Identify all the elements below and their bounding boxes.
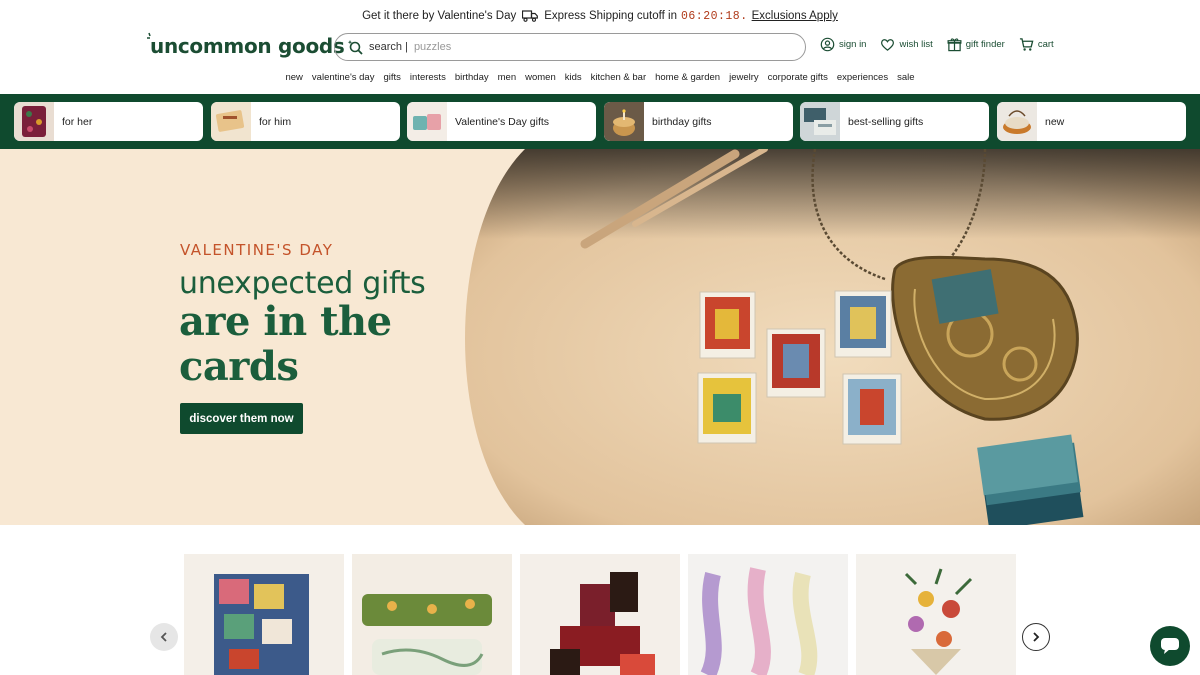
category-thumbnail [14, 102, 54, 141]
category-thumbnail [800, 102, 840, 141]
nav-item-jewelry[interactable]: jewelry [729, 72, 759, 83]
nav-item-new[interactable]: new [285, 72, 302, 83]
countdown-timer: 06:20:18. [680, 9, 748, 23]
carousel-prev-button[interactable] [150, 623, 178, 651]
search-icon [347, 40, 363, 55]
cart-link[interactable]: cart [1019, 37, 1054, 52]
category-label: for him [259, 115, 292, 128]
product-card[interactable] [856, 554, 1016, 675]
product-card[interactable] [184, 554, 344, 675]
category-label: new [1045, 115, 1065, 128]
nav-item-kitchen-bar[interactable]: kitchen & bar [591, 72, 646, 83]
announcement-bar: Get it there by Valentine's Day Express … [0, 0, 1200, 32]
nav-item-valentines-day[interactable]: valentine's day [312, 72, 375, 83]
hero-eyebrow: VALENTINE'S DAY [180, 241, 334, 259]
category-valentines-day-gifts[interactable]: Valentine's Day gifts [407, 102, 596, 141]
hero-banner: VALENTINE'S DAY unexpected gifts are in … [0, 149, 1200, 525]
chevron-left-icon [160, 632, 167, 642]
chat-button[interactable] [1150, 626, 1190, 666]
wish-list-label: wish list [899, 39, 933, 50]
wish-list-link[interactable]: wish list [880, 37, 933, 52]
sign-in-label: sign in [839, 39, 867, 50]
category-thumbnail [604, 102, 644, 141]
search-label: search | [369, 41, 408, 53]
hero-title: are in the cards [179, 298, 392, 390]
category-strip: for her for him Valentine's Day gifts bi… [0, 94, 1200, 149]
logo-spark-icon [147, 32, 151, 39]
sign-in-link[interactable]: sign in [820, 37, 866, 52]
hero-image[interactable] [465, 149, 1200, 525]
announcement-text: Get it there by Valentine's Day [362, 10, 517, 22]
product-image [856, 554, 1016, 675]
logo-text: uncommon goods [150, 34, 345, 58]
nav-item-gifts[interactable]: gifts [383, 72, 400, 83]
category-for-her[interactable]: for her [14, 102, 203, 141]
user-icon [820, 37, 835, 52]
category-for-him[interactable]: for him [211, 102, 400, 141]
category-label: best-selling gifts [848, 115, 924, 128]
nav-item-experiences[interactable]: experiences [837, 72, 888, 83]
chat-icon [1161, 638, 1179, 654]
discover-button[interactable]: discover them now [180, 403, 303, 434]
product-image [352, 554, 512, 675]
category-thumbnail [407, 102, 447, 141]
product-image [520, 554, 680, 675]
site-logo[interactable]: uncommon goods [147, 32, 345, 58]
cart-icon [1019, 38, 1034, 51]
nav-item-corporate-gifts[interactable]: corporate gifts [768, 72, 828, 83]
product-image [688, 554, 848, 675]
product-image [184, 554, 344, 675]
header-actions: sign in wish list gift finder cart [820, 37, 1054, 52]
chevron-right-icon [1033, 632, 1040, 642]
nav-item-kids[interactable]: kids [565, 72, 582, 83]
cart-label: cart [1037, 39, 1054, 50]
nav-item-interests[interactable]: interests [410, 72, 446, 83]
gift-icon [947, 38, 962, 52]
category-label: Valentine's Day gifts [455, 115, 550, 128]
category-thumbnail [211, 102, 251, 141]
category-new[interactable]: new [997, 102, 1186, 141]
search-placeholder: puzzles [413, 41, 452, 53]
nav-item-birthday[interactable]: birthday [455, 72, 489, 83]
product-carousel [0, 554, 1200, 675]
heart-icon [881, 39, 895, 51]
search-input[interactable]: search | puzzles [334, 33, 806, 61]
gift-finder-label: gift finder [965, 39, 1005, 50]
nav-item-women[interactable]: women [525, 72, 556, 83]
nav-item-men[interactable]: men [498, 72, 516, 83]
nav-item-sale[interactable]: sale [897, 72, 914, 83]
category-thumbnail [997, 102, 1037, 141]
truck-icon [522, 10, 539, 22]
product-card[interactable] [520, 554, 680, 675]
carousel-next-button[interactable] [1022, 623, 1050, 651]
gift-finder-link[interactable]: gift finder [947, 37, 1005, 52]
shipping-cutoff-text: Express Shipping cutoff in [544, 10, 677, 22]
product-card[interactable] [352, 554, 512, 675]
main-nav: new valentine's day gifts interests birt… [0, 72, 1200, 83]
category-label: for her [62, 115, 93, 128]
nav-item-home-garden[interactable]: home & garden [655, 72, 720, 83]
category-birthday-gifts[interactable]: birthday gifts [604, 102, 793, 141]
hero-subtitle: unexpected gifts [179, 266, 426, 301]
exclusions-link[interactable]: Exclusions Apply [752, 10, 838, 22]
category-label: birthday gifts [652, 115, 712, 128]
product-card[interactable] [688, 554, 848, 675]
category-best-selling-gifts[interactable]: best-selling gifts [800, 102, 989, 141]
